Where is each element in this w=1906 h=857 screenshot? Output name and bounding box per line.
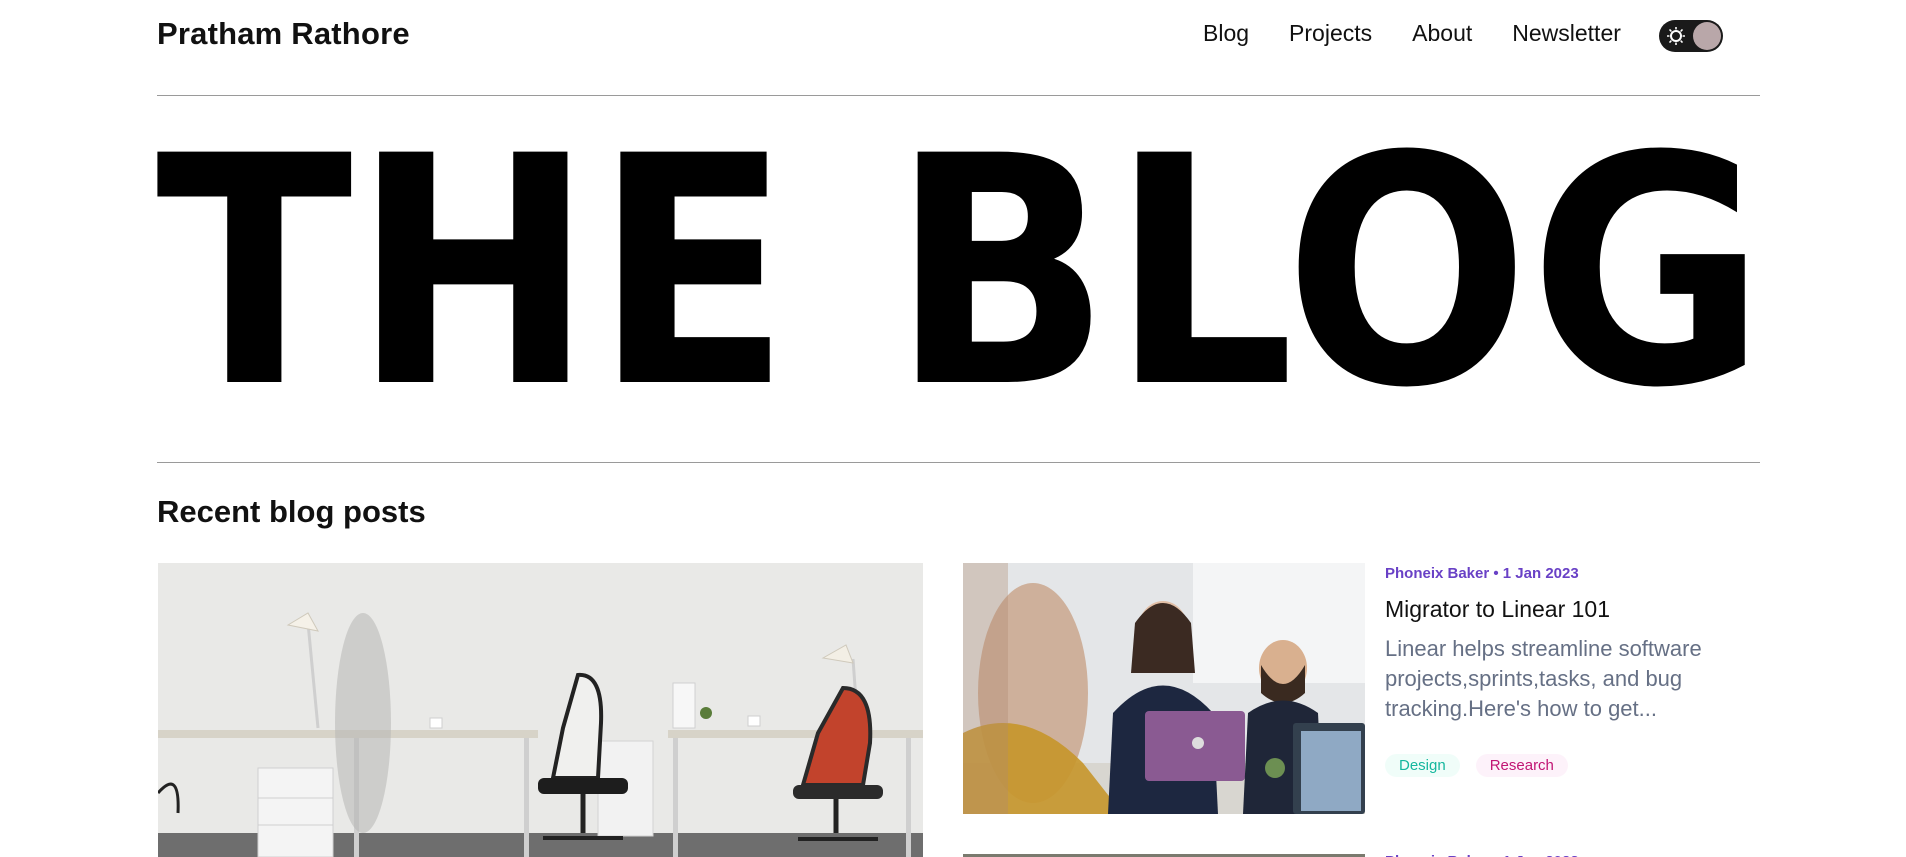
post-image[interactable] [963, 563, 1365, 814]
post-excerpt: Linear helps streamline software project… [1385, 636, 1702, 721]
office-photo [158, 563, 923, 857]
section-title: Recent blog posts [157, 494, 426, 529]
sun-icon [1667, 27, 1685, 45]
featured-post-image[interactable] [158, 563, 923, 857]
theme-toggle[interactable] [1659, 20, 1723, 52]
nav-link-newsletter[interactable]: Newsletter [1512, 20, 1621, 47]
post-meta-2: Phoneix Baker • 1 Jan 2023 [1385, 853, 1579, 857]
tag-design[interactable]: Design [1385, 754, 1460, 777]
main-nav: Blog Projects About Newsletter [1203, 20, 1661, 47]
nav-link-blog[interactable]: Blog [1203, 20, 1249, 47]
tag-research[interactable]: Research [1475, 754, 1568, 777]
nav-link-projects[interactable]: Projects [1289, 20, 1372, 47]
hero-divider [157, 462, 1760, 463]
post-tags: Design Research [1385, 754, 1568, 777]
post-meta: Phoneix Baker • 1 Jan 2023 [1385, 565, 1579, 582]
post-title[interactable]: Migrator to Linear 101 [1385, 596, 1610, 623]
hero-title-svg: THE BLOG [156, 118, 1766, 408]
header-divider [157, 95, 1760, 96]
hero-title: THE BLOG [156, 118, 1766, 408]
toggle-knob [1693, 22, 1721, 50]
nav-link-about[interactable]: About [1412, 20, 1472, 47]
site-header: Pratham Rathore Blog Projects About News… [157, 0, 1757, 72]
page: Pratham Rathore Blog Projects About News… [0, 0, 1906, 857]
meeting-photo [963, 563, 1365, 814]
site-title[interactable]: Pratham Rathore [157, 16, 410, 52]
hero-banner: THE BLOG [151, 118, 1771, 408]
